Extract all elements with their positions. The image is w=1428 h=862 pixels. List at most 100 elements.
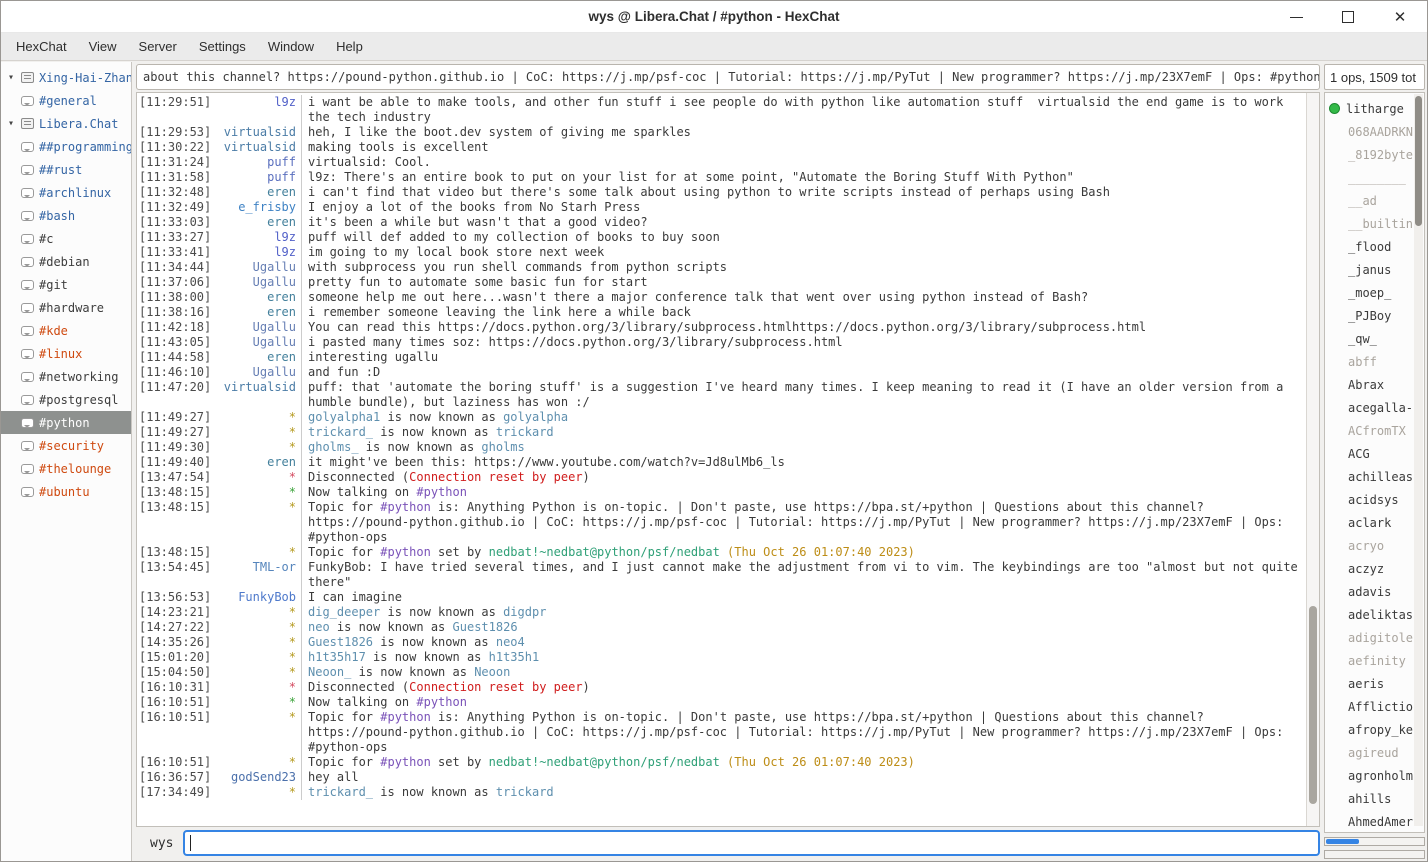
user-list-item[interactable]: aczyz [1329,557,1414,580]
chat-scrollbar-thumb[interactable] [1309,606,1317,804]
message-nick[interactable]: puff [217,155,301,170]
user-list-item[interactable]: aeris [1329,672,1414,695]
tree-server-xing-hai-zhan[interactable]: ▾Xing-Hai-Zhan [1,66,131,89]
link[interactable]: https://docs.python.org/3/library/subpro… [489,335,843,349]
message-nick[interactable]: Ugallu [217,260,301,275]
user-list-item[interactable]: _janus [1329,258,1414,281]
user-list-item[interactable]: __ad [1329,189,1414,212]
message-nick[interactable]: Ugallu [217,275,301,290]
message-nick[interactable]: eren [217,215,301,230]
sidebar-item-debian[interactable]: #debian [1,250,131,273]
sidebar-item-git[interactable]: #git [1,273,131,296]
sidebar-item-networking[interactable]: #networking [1,365,131,388]
message-segment: Neoon [474,665,510,679]
user-list-item[interactable]: adavis [1329,580,1414,603]
menu-item-hexchat[interactable]: HexChat [5,35,78,58]
message-nick[interactable]: virtualsid [217,380,301,395]
user-list-hscrollbar[interactable] [1324,837,1425,846]
sidebar-item-linux[interactable]: #linux [1,342,131,365]
message-nick[interactable]: TML-or [217,560,301,575]
user-list-item[interactable]: acidsys [1329,488,1414,511]
user-list-item[interactable]: ACG [1329,442,1414,465]
menu-item-view[interactable]: View [78,35,128,58]
message-nick[interactable]: virtualsid [217,140,301,155]
message-nick[interactable]: l9z [217,245,301,260]
message-nick[interactable]: FunkyBob [217,590,301,605]
message-nick[interactable]: eren [217,305,301,320]
user-list-item[interactable]: ahills [1329,787,1414,810]
user-list-item[interactable]: ________ [1329,166,1414,189]
tree-expander-icon[interactable]: ▾ [1,118,21,129]
message-nick[interactable]: virtualsid [217,125,301,140]
link[interactable]: https://www.youtube.com/watch?v=Jd8ulMb6… [474,455,785,469]
user-list-hscrollbar-thumb[interactable] [1326,839,1359,844]
user-list-item[interactable]: acryo [1329,534,1414,557]
menu-item-window[interactable]: Window [257,35,325,58]
message-input[interactable] [183,830,1320,856]
user-list-item[interactable]: afropy_ke [1329,718,1414,741]
user-list-item[interactable]: _moep_ [1329,281,1414,304]
sidebar-item-bash[interactable]: #bash [1,204,131,227]
sidebar-item-rust[interactable]: ##rust [1,158,131,181]
user-list-item[interactable]: acegalla- [1329,396,1414,419]
message-nick[interactable]: Ugallu [217,335,301,350]
sidebar-item-ubuntu[interactable]: #ubuntu [1,480,131,503]
message-nick[interactable]: eren [217,290,301,305]
message-nick[interactable]: l9z [217,95,301,110]
message-nick[interactable]: puff [217,170,301,185]
sidebar-item-kde[interactable]: #kde [1,319,131,342]
sidebar-item-security[interactable]: #security [1,434,131,457]
message-nick[interactable]: godSend23 [217,770,301,785]
user-list-item[interactable]: Abrax [1329,373,1414,396]
message-nick[interactable]: eren [217,455,301,470]
user-list-item[interactable]: agireud [1329,741,1414,764]
sidebar-item-postgresql[interactable]: #postgresql [1,388,131,411]
user-list-item[interactable]: agronholm [1329,764,1414,787]
message-nick[interactable]: Ugallu [217,320,301,335]
message-segment: FunkyBob: I have tried several times, an… [308,560,1305,589]
user-list-item[interactable]: abff [1329,350,1414,373]
user-list-item[interactable]: aefinity [1329,649,1414,672]
user-list-item[interactable]: ACfromTX [1329,419,1414,442]
user-list-item[interactable]: aclark [1329,511,1414,534]
user-list-item[interactable]: 068AADRKN [1329,120,1414,143]
user-list-item[interactable]: _PJBoy [1329,304,1414,327]
minimize-button[interactable] [1285,6,1307,28]
sidebar-item-thelounge[interactable]: #thelounge [1,457,131,480]
tree-expander-icon[interactable]: ▾ [1,72,21,83]
tree-server-libera.chat[interactable]: ▾Libera.Chat [1,112,131,135]
sidebar-item-general[interactable]: #general [1,89,131,112]
user-list-item[interactable]: __builtin [1329,212,1414,235]
user-list-item[interactable]: _8192byte [1329,143,1414,166]
sidebar-item-hardware[interactable]: #hardware [1,296,131,319]
message-nick[interactable]: eren [217,185,301,200]
sidebar-item-c[interactable]: #c [1,227,131,250]
message-nick[interactable]: eren [217,350,301,365]
user-list-item[interactable]: _qw_ [1329,327,1414,350]
user-list-item[interactable]: adeliktas [1329,603,1414,626]
user-list-scrollbar[interactable] [1414,94,1423,826]
message-nick[interactable]: Ugallu [217,365,301,380]
user-list-item[interactable]: achilleas [1329,465,1414,488]
message-nick[interactable]: e_frisby [217,200,301,215]
chat-scrollbar[interactable] [1306,93,1319,826]
topic-bar[interactable]: about this channel? https://pound-python… [136,64,1320,90]
user-list-item[interactable]: _flood [1329,235,1414,258]
sidebar-item-python[interactable]: #python [1,411,131,434]
menu-item-settings[interactable]: Settings [188,35,257,58]
user-list-item[interactable]: AhmedAmer [1329,810,1414,832]
message-nick[interactable]: l9z [217,230,301,245]
user-list-item[interactable]: adigitole [1329,626,1414,649]
sidebar-item-archlinux[interactable]: #archlinux [1,181,131,204]
user-list-item[interactable]: Affliction [1329,695,1414,718]
link[interactable]: https://docs.python.org/3/library/subpro… [438,320,1146,334]
message-segment: is now known as [359,440,482,454]
menu-item-server[interactable]: Server [128,35,188,58]
maximize-button[interactable] [1337,6,1359,28]
menu-item-help[interactable]: Help [325,35,374,58]
message-text: puff: that 'automate the boring stuff' i… [301,380,1305,410]
sidebar-item-programming[interactable]: ##programming [1,135,131,158]
close-button[interactable]: ✕ [1389,6,1411,28]
user-list-item[interactable]: litharge [1329,97,1414,120]
user-list-scrollbar-thumb[interactable] [1415,96,1422,226]
